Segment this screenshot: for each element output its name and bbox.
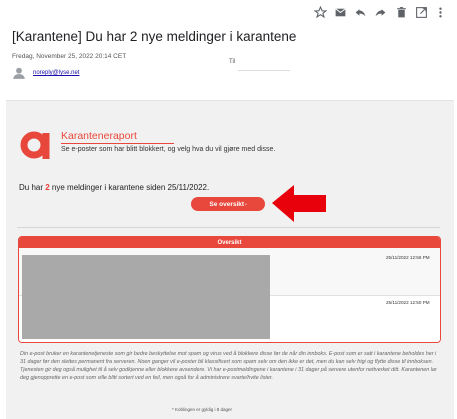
recipient-field: [238, 70, 290, 71]
avatar: [12, 66, 26, 80]
row-timestamp: 25/11/2022 12:50 PM: [386, 300, 430, 305]
footnote-mark: *: [245, 201, 247, 207]
forward-icon[interactable]: [372, 4, 388, 20]
footnote: * Koblingen er gyldig i 8 dager: [172, 407, 233, 412]
brand-logo: [20, 128, 50, 160]
to-label: Til: [229, 59, 236, 65]
quarantine-notice: Du har 2 nye meldinger i karantene siden…: [19, 183, 209, 192]
reply-icon[interactable]: [352, 4, 368, 20]
overview-box: Oversikt 25/11/2022 12:56 PM 25/11/2022 …: [18, 236, 441, 343]
divider: [17, 227, 440, 228]
overview-header: Oversikt: [19, 237, 440, 248]
mark-unread-icon[interactable]: [332, 4, 348, 20]
redacted-message-block: [22, 255, 270, 339]
star-icon[interactable]: [312, 4, 328, 20]
notice-prefix: Du har: [19, 183, 46, 192]
title-underline: [61, 143, 174, 144]
see-overview-label: Se oversikt: [209, 200, 245, 208]
row-timestamp: 25/11/2022 12:56 PM: [386, 255, 430, 260]
email-subject: [Karantene] Du har 2 nye meldinger i kar…: [12, 29, 297, 44]
arrow-annotation-icon: [270, 183, 328, 224]
open-external-icon[interactable]: [413, 4, 429, 20]
email-date: Fredag, November 25, 2022 20:14 CET: [12, 53, 127, 60]
report-title: Karanteneraport: [61, 130, 137, 142]
more-icon[interactable]: [432, 4, 448, 20]
delete-icon[interactable]: [393, 4, 409, 20]
see-overview-button[interactable]: Se oversikt *: [191, 197, 265, 211]
footer-info-text: Din e-post bruker en karantenetjeneste s…: [20, 351, 437, 382]
sender-link[interactable]: noreply@lyse.net: [33, 70, 79, 76]
notice-suffix: nye meldinger i karantene siden 25/11/20…: [49, 183, 210, 192]
report-subtitle: Se e-poster som har blitt blokkert, og v…: [61, 146, 276, 153]
